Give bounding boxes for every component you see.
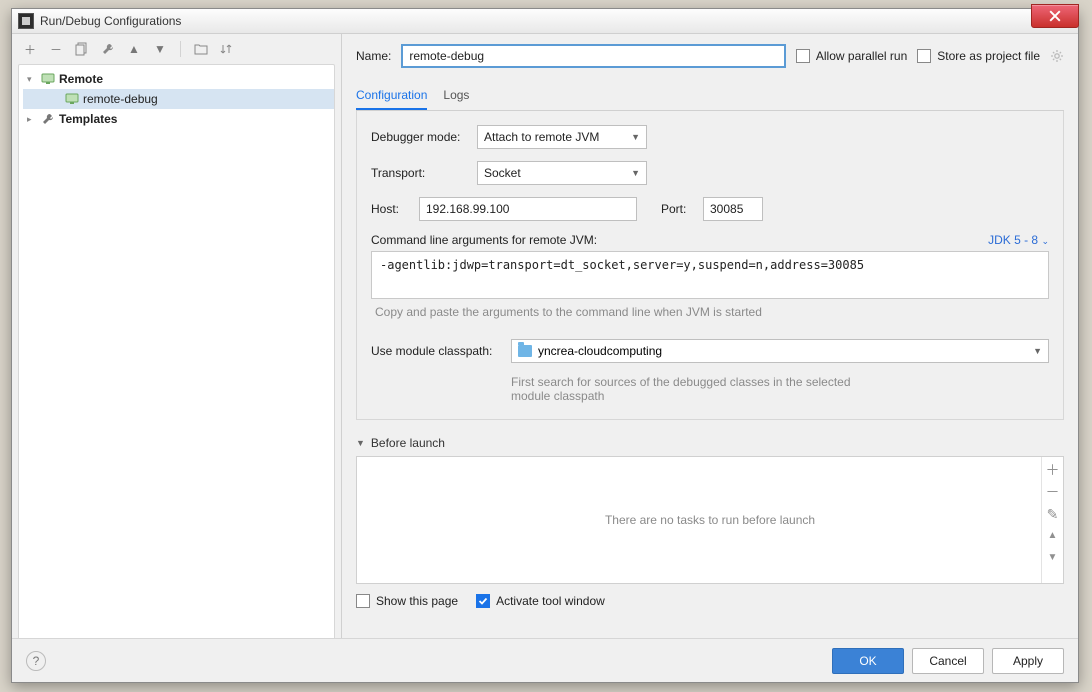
tasks-empty-text: There are no tasks to run before launch [605,513,815,527]
toolbar-separator [180,41,181,57]
select-value: Attach to remote JVM [484,130,599,144]
titlebar[interactable]: Run/Debug Configurations [12,9,1078,34]
jdk-version-dropdown[interactable]: JDK 5 - 8 ⌄ [988,233,1049,247]
checkbox-label: Activate tool window [496,594,605,608]
module-classpath-select[interactable]: yncrea-cloudcomputing ▼ [511,339,1049,363]
collapse-icon: ▼ [356,438,365,448]
checkbox-box [796,49,810,63]
remote-config-icon [65,92,79,106]
tab-configuration[interactable]: Configuration [356,82,427,110]
tasks-side-toolbar: ＋ － ✎ ▲ ▼ [1041,457,1063,583]
checkbox-label: Store as project file [937,49,1040,63]
chevron-down-icon: ⌄ [1041,236,1049,246]
name-input[interactable] [401,44,786,68]
gear-icon[interactable] [1050,49,1064,63]
config-toolbar: ＋ － ▲ ▼ [12,34,341,64]
configuration-panel: Debugger mode: Attach to remote JVM ▼ Tr… [356,111,1064,420]
debugger-mode-select[interactable]: Attach to remote JVM ▼ [477,125,647,149]
checkbox-box [917,49,931,63]
cmd-args-textarea[interactable]: -agentlib:jdwp=transport=dt_socket,serve… [371,251,1049,299]
sort-icon [220,42,234,56]
task-add-button[interactable]: ＋ [1046,463,1060,477]
apply-button[interactable]: Apply [992,648,1064,674]
task-down-button[interactable]: ▼ [1048,551,1058,565]
name-label: Name: [356,49,391,63]
tree-node-remote-debug[interactable]: remote-debug [23,89,334,109]
store-as-project-file-checkbox[interactable]: Store as project file [917,49,1040,63]
close-icon [1049,10,1061,22]
left-panel: ＋ － ▲ ▼ ▾ Remote remote-debug [12,34,342,682]
close-button[interactable] [1031,4,1079,28]
chevron-down-icon: ▼ [631,132,640,142]
right-panel: Name: Allow parallel run Store as projec… [342,34,1078,682]
allow-parallel-run-checkbox[interactable]: Allow parallel run [796,49,907,63]
tree-label: remote-debug [83,92,158,106]
cmd-args-label: Command line arguments for remote JVM: [371,233,597,247]
module-classpath-hint: First search for sources of the debugged… [511,375,871,403]
task-remove-button[interactable]: － [1046,485,1060,499]
checkbox-label: Show this page [376,594,458,608]
expand-icon[interactable]: ▸ [27,114,37,125]
host-input[interactable] [419,197,637,221]
window-title: Run/Debug Configurations [40,14,181,28]
checkbox-box [476,594,490,608]
ok-button[interactable]: OK [832,648,904,674]
templates-icon [41,112,55,126]
activate-tool-window-checkbox[interactable]: Activate tool window [476,594,605,608]
tab-logs[interactable]: Logs [443,82,469,110]
port-label: Port: [661,202,693,216]
module-classpath-label: Use module classpath: [371,344,501,358]
debugger-mode-label: Debugger mode: [371,130,467,144]
cancel-button[interactable]: Cancel [912,648,984,674]
copy-icon [75,42,89,56]
select-value: yncrea-cloudcomputing [538,344,662,358]
dialog-window: Run/Debug Configurations ＋ － ▲ ▼ ▾ [11,8,1079,683]
tree-label: Remote [59,72,103,86]
before-launch-header[interactable]: ▼ Before launch [356,436,1064,450]
move-down-button[interactable]: ▼ [152,41,168,57]
edit-defaults-button[interactable] [100,41,116,57]
tree-label: Templates [59,112,117,126]
move-up-button[interactable]: ▲ [126,41,142,57]
tree-node-templates[interactable]: ▸ Templates [23,109,334,129]
sort-button[interactable] [219,41,235,57]
chevron-down-icon: ▼ [631,168,640,178]
wrench-icon [101,42,115,56]
folder-button[interactable] [193,41,209,57]
add-config-button[interactable]: ＋ [22,41,38,57]
task-edit-button[interactable]: ✎ [1047,507,1059,521]
transport-label: Transport: [371,166,467,180]
checkbox-label: Allow parallel run [816,49,907,63]
folder-icon [194,43,208,55]
configurations-tree[interactable]: ▾ Remote remote-debug ▸ Templates [18,64,335,676]
remote-group-icon [41,72,55,86]
dialog-footer: ? OK Cancel Apply [12,638,1078,682]
before-launch-title: Before launch [371,436,445,450]
tree-node-remote[interactable]: ▾ Remote [23,69,334,89]
show-this-page-checkbox[interactable]: Show this page [356,594,458,608]
select-value: Socket [484,166,521,180]
copy-config-button[interactable] [74,41,90,57]
cmd-args-hint: Copy and paste the arguments to the comm… [375,305,1049,319]
app-icon [18,13,34,29]
chevron-down-icon: ▼ [1033,346,1042,356]
before-launch-section: ▼ Before launch There are no tasks to ru… [356,436,1064,608]
checkbox-box [356,594,370,608]
help-button[interactable]: ? [26,651,46,671]
expand-icon[interactable]: ▾ [27,74,37,85]
remove-config-button[interactable]: － [48,41,64,57]
transport-select[interactable]: Socket ▼ [477,161,647,185]
module-icon [518,345,532,357]
tabs: Configuration Logs [356,82,1064,111]
task-up-button[interactable]: ▲ [1048,529,1058,543]
before-launch-tasks: There are no tasks to run before launch … [356,456,1064,584]
port-input[interactable] [703,197,763,221]
host-label: Host: [371,202,409,216]
